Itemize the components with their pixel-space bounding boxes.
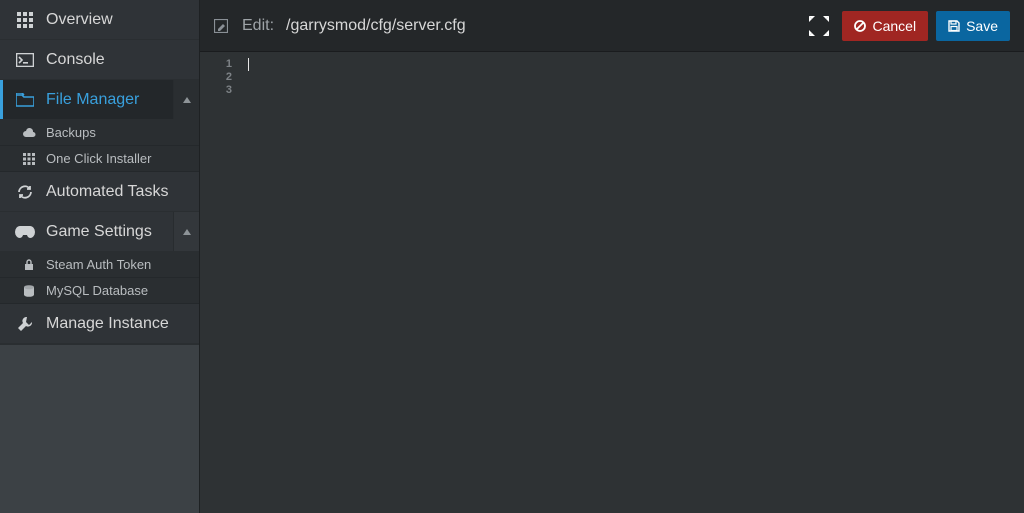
line-number: 2 [200,71,232,84]
sidebar-item-label: File Manager [46,91,173,109]
sidebar-subitem-label: Steam Auth Token [46,257,151,272]
sidebar-subitem-label: Backups [46,125,96,140]
sidebar-item-label: Game Settings [46,223,173,241]
chevron-up-icon [183,229,191,235]
sidebar-item-manage-instance[interactable]: Manage Instance [0,304,199,344]
database-icon [20,285,38,297]
text-cursor [248,58,249,71]
sidebar-subitem-steam-auth-token[interactable]: Steam Auth Token [0,252,199,278]
sidebar-item-label: Manage Instance [46,315,185,333]
folder-icon [14,93,36,107]
collapse-toggle[interactable] [173,80,199,119]
sidebar-empty [0,344,199,513]
sidebar-subitem-backups[interactable]: Backups [0,120,199,146]
refresh-icon [14,184,36,200]
edit-icon [214,19,228,33]
cancel-label: Cancel [872,18,916,34]
sidebar-item-game-settings[interactable]: Game Settings [0,212,199,252]
cancel-button[interactable]: Cancel [842,11,928,41]
sidebar: Overview Console File Manager Backups On… [0,0,200,513]
save-icon [948,20,960,32]
sidebar-item-overview[interactable]: Overview [0,0,199,40]
code-line [246,84,1024,97]
fullscreen-icon [809,16,829,36]
cancel-icon [854,20,866,32]
sidebar-item-file-manager[interactable]: File Manager [0,80,199,120]
line-number: 1 [200,58,232,71]
grid-small-icon [20,153,38,165]
file-path: /garrysmod/cfg/server.cfg [286,17,466,35]
sidebar-item-automated-tasks[interactable]: Automated Tasks [0,172,199,212]
line-number-gutter: 1 2 3 [200,58,246,513]
line-number: 3 [200,84,232,97]
editor-toolbar: Edit: /garrysmod/cfg/server.cfg Cancel S… [200,0,1024,52]
code-line [246,58,1024,71]
sidebar-subitem-mysql-database[interactable]: MySQL Database [0,278,199,304]
sidebar-subitem-label: MySQL Database [46,283,148,298]
save-label: Save [966,18,998,34]
wrench-icon [14,316,36,332]
gamepad-icon [14,226,36,238]
fullscreen-button[interactable] [804,11,834,41]
main-panel: Edit: /garrysmod/cfg/server.cfg Cancel S… [200,0,1024,513]
sidebar-item-label: Overview [46,11,185,29]
sidebar-subitem-one-click-installer[interactable]: One Click Installer [0,146,199,172]
sidebar-subitem-label: One Click Installer [46,151,151,166]
collapse-toggle[interactable] [173,212,199,251]
code-line [246,71,1024,84]
grid-icon [14,12,36,28]
sidebar-item-label: Automated Tasks [46,183,185,201]
sidebar-item-console[interactable]: Console [0,40,199,80]
code-editor[interactable]: 1 2 3 [200,52,1024,513]
terminal-icon [14,53,36,67]
chevron-up-icon [183,97,191,103]
lock-icon [20,259,38,271]
sidebar-item-label: Console [46,51,185,69]
save-button[interactable]: Save [936,11,1010,41]
code-content[interactable] [246,58,1024,513]
cloud-icon [20,128,38,138]
edit-label: Edit: [242,17,274,35]
